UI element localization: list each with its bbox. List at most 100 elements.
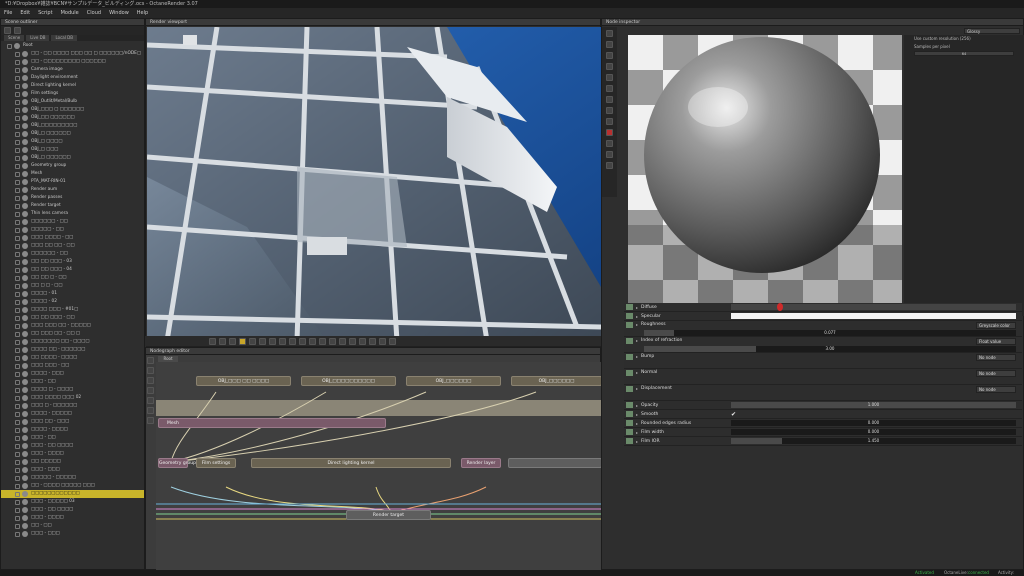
param-slider[interactable]: 1.450 xyxy=(731,438,1016,444)
samples-field[interactable]: 64 xyxy=(914,51,1014,56)
node-obj-4[interactable]: OBJ_□□□□□□ xyxy=(511,376,602,386)
outliner-item[interactable]: OBJ_□□ □□□□□□ xyxy=(1,114,144,122)
expand-toggle-icon[interactable] xyxy=(15,387,20,393)
expand-toggle-icon[interactable] xyxy=(15,235,20,241)
plane-icon[interactable] xyxy=(606,74,613,81)
outliner-item[interactable]: □□ - □□□□ □□□□□ □□□ xyxy=(1,482,144,490)
expand-toggle-icon[interactable] xyxy=(15,51,20,57)
expand-toggle-icon[interactable] xyxy=(15,283,20,289)
gizmo-icon[interactable] xyxy=(389,337,396,345)
expand-toggle-icon[interactable] xyxy=(15,379,20,385)
node-render-layer[interactable]: Render layer xyxy=(461,458,501,468)
outliner-item[interactable]: □□ - □□□□□□□□□ □□□□□□ xyxy=(1,58,144,66)
menu-help[interactable]: Help xyxy=(137,8,148,18)
expand-toggle-icon[interactable] xyxy=(15,331,20,337)
object-pick-icon[interactable] xyxy=(319,337,326,345)
expand-toggle-icon[interactable] xyxy=(15,107,20,113)
expand-toggle-icon[interactable] xyxy=(15,99,20,105)
expand-toggle-icon[interactable] xyxy=(15,347,20,353)
param-dropdown[interactable]: No node xyxy=(976,386,1016,393)
render-image[interactable] xyxy=(147,27,601,341)
camera-icon[interactable] xyxy=(259,337,266,345)
outliner-item[interactable]: □□□ □□ □□ - □□ xyxy=(1,242,144,250)
smooth-checkbox[interactable]: ✔ xyxy=(731,411,736,418)
expand-toggle-icon[interactable] xyxy=(15,419,20,425)
cylinder-icon[interactable] xyxy=(606,85,613,92)
outliner-item[interactable]: OBJ_□ □□□□ xyxy=(1,138,144,146)
outliner-item[interactable]: □□ - □□ xyxy=(1,522,144,530)
add-node-icon[interactable] xyxy=(147,357,154,364)
world-icon[interactable] xyxy=(379,337,386,345)
outliner-item[interactable]: Daylight environment xyxy=(1,74,144,82)
save-image-icon[interactable] xyxy=(299,337,306,345)
outliner-item[interactable]: □□□□ □□ - □□□□□□ xyxy=(1,346,144,354)
image-icon[interactable] xyxy=(606,151,613,158)
scale-icon[interactable] xyxy=(369,337,376,345)
material-pick-icon[interactable] xyxy=(309,337,316,345)
expand-toggle-icon[interactable] xyxy=(7,43,12,49)
outliner-item[interactable]: □□□□ □□□ - #01□ xyxy=(1,306,144,314)
outliner-item[interactable]: □□□ - □□ □□□□ xyxy=(1,506,144,514)
expand-toggle-icon[interactable] xyxy=(15,435,20,441)
outliner-item[interactable]: □□□ - □□□□ xyxy=(1,450,144,458)
node-direct-lighting-kernel[interactable]: Direct lighting kernel xyxy=(251,458,451,468)
node-mesh[interactable]: Mesh xyxy=(158,418,386,428)
outliner-item[interactable]: Render passes xyxy=(1,194,144,202)
outliner-item[interactable]: □□ □□□□ - □□□□ xyxy=(1,354,144,362)
color-marker-icon[interactable] xyxy=(776,303,783,311)
material-preview[interactable] xyxy=(628,35,902,316)
param-dropdown[interactable]: Greyscale color xyxy=(976,322,1016,329)
outliner-item[interactable]: □□□□ - □□□□ xyxy=(1,426,144,434)
param-slider[interactable]: 1.000 xyxy=(731,402,1016,408)
param-dropdown[interactable]: No node xyxy=(976,370,1016,377)
outliner-item[interactable]: OBJ_□ □□□□□□ xyxy=(1,130,144,138)
expand-toggle-icon[interactable] xyxy=(15,475,20,481)
expand-toggle-icon[interactable] xyxy=(15,403,20,409)
param-slider[interactable] xyxy=(731,303,1016,311)
stop-icon[interactable] xyxy=(209,337,216,345)
settings-icon[interactable] xyxy=(606,96,613,103)
menu-module[interactable]: Module xyxy=(61,8,79,18)
expand-toggle-icon[interactable] xyxy=(15,187,20,193)
light-icon[interactable] xyxy=(606,118,613,125)
import-icon[interactable] xyxy=(147,417,154,424)
outliner-item[interactable]: □□□ □ - □□□□□□ xyxy=(1,402,144,410)
expand-toggle-icon[interactable] xyxy=(15,179,20,185)
param-slider[interactable]: 0.000 xyxy=(731,420,1016,426)
lock-icon[interactable] xyxy=(249,337,256,345)
material-type-dropdown[interactable]: Glossy xyxy=(964,28,1020,34)
tab-scene[interactable]: Scene xyxy=(4,35,25,41)
expand-toggle-icon[interactable] xyxy=(15,427,20,433)
outliner-item[interactable]: □□□ □□□ - □□ xyxy=(1,362,144,370)
expand-toggle-icon[interactable] xyxy=(15,323,20,329)
param-slider[interactable]: 3.00 xyxy=(644,346,1016,352)
expand-toggle-icon[interactable] xyxy=(15,171,20,177)
outliner-item[interactable]: □□ □□□ □□ - □□ □ xyxy=(1,330,144,338)
outliner-item[interactable]: □□ - □□ □□□□ □□□ □□ □ □□□□□□/nODE□ xyxy=(1,50,144,58)
focus-pick-icon[interactable] xyxy=(329,337,336,345)
arrange-icon[interactable] xyxy=(147,367,154,374)
outliner-item[interactable]: □□□ □□ - □□□ xyxy=(1,418,144,426)
outliner-item[interactable]: PTA_MAT-RIN-01 xyxy=(1,178,144,186)
outliner-item[interactable]: □□□ - □□□ xyxy=(1,530,144,538)
outliner-item[interactable]: □□□ - □□□□□ 03 xyxy=(1,498,144,506)
expand-toggle-icon[interactable] xyxy=(15,203,20,209)
node-geometry-group[interactable]: Geometry group xyxy=(158,458,196,468)
expand-toggle-icon[interactable] xyxy=(15,459,20,465)
group-icon[interactable] xyxy=(147,377,154,384)
outliner-item[interactable]: Film settings xyxy=(1,90,144,98)
param-slider[interactable] xyxy=(731,313,1016,319)
expand-toggle-icon[interactable] xyxy=(15,227,20,233)
expand-toggle-icon[interactable] xyxy=(15,531,20,537)
refresh-icon[interactable] xyxy=(4,27,11,34)
outliner-item[interactable]: □□□□□□ - □□ xyxy=(1,250,144,258)
menu-file[interactable]: File xyxy=(4,8,12,18)
clear-icon[interactable] xyxy=(147,407,154,414)
outliner-item[interactable]: □□ □□□□□ xyxy=(1,458,144,466)
outliner-item[interactable]: Render aum xyxy=(1,186,144,194)
focus-icon[interactable] xyxy=(279,337,286,345)
expand-toggle-icon[interactable] xyxy=(15,315,20,321)
expand-toggle-icon[interactable] xyxy=(15,195,20,201)
outliner-item[interactable]: Camera image xyxy=(1,66,144,74)
pin-icon[interactable] xyxy=(606,30,613,37)
